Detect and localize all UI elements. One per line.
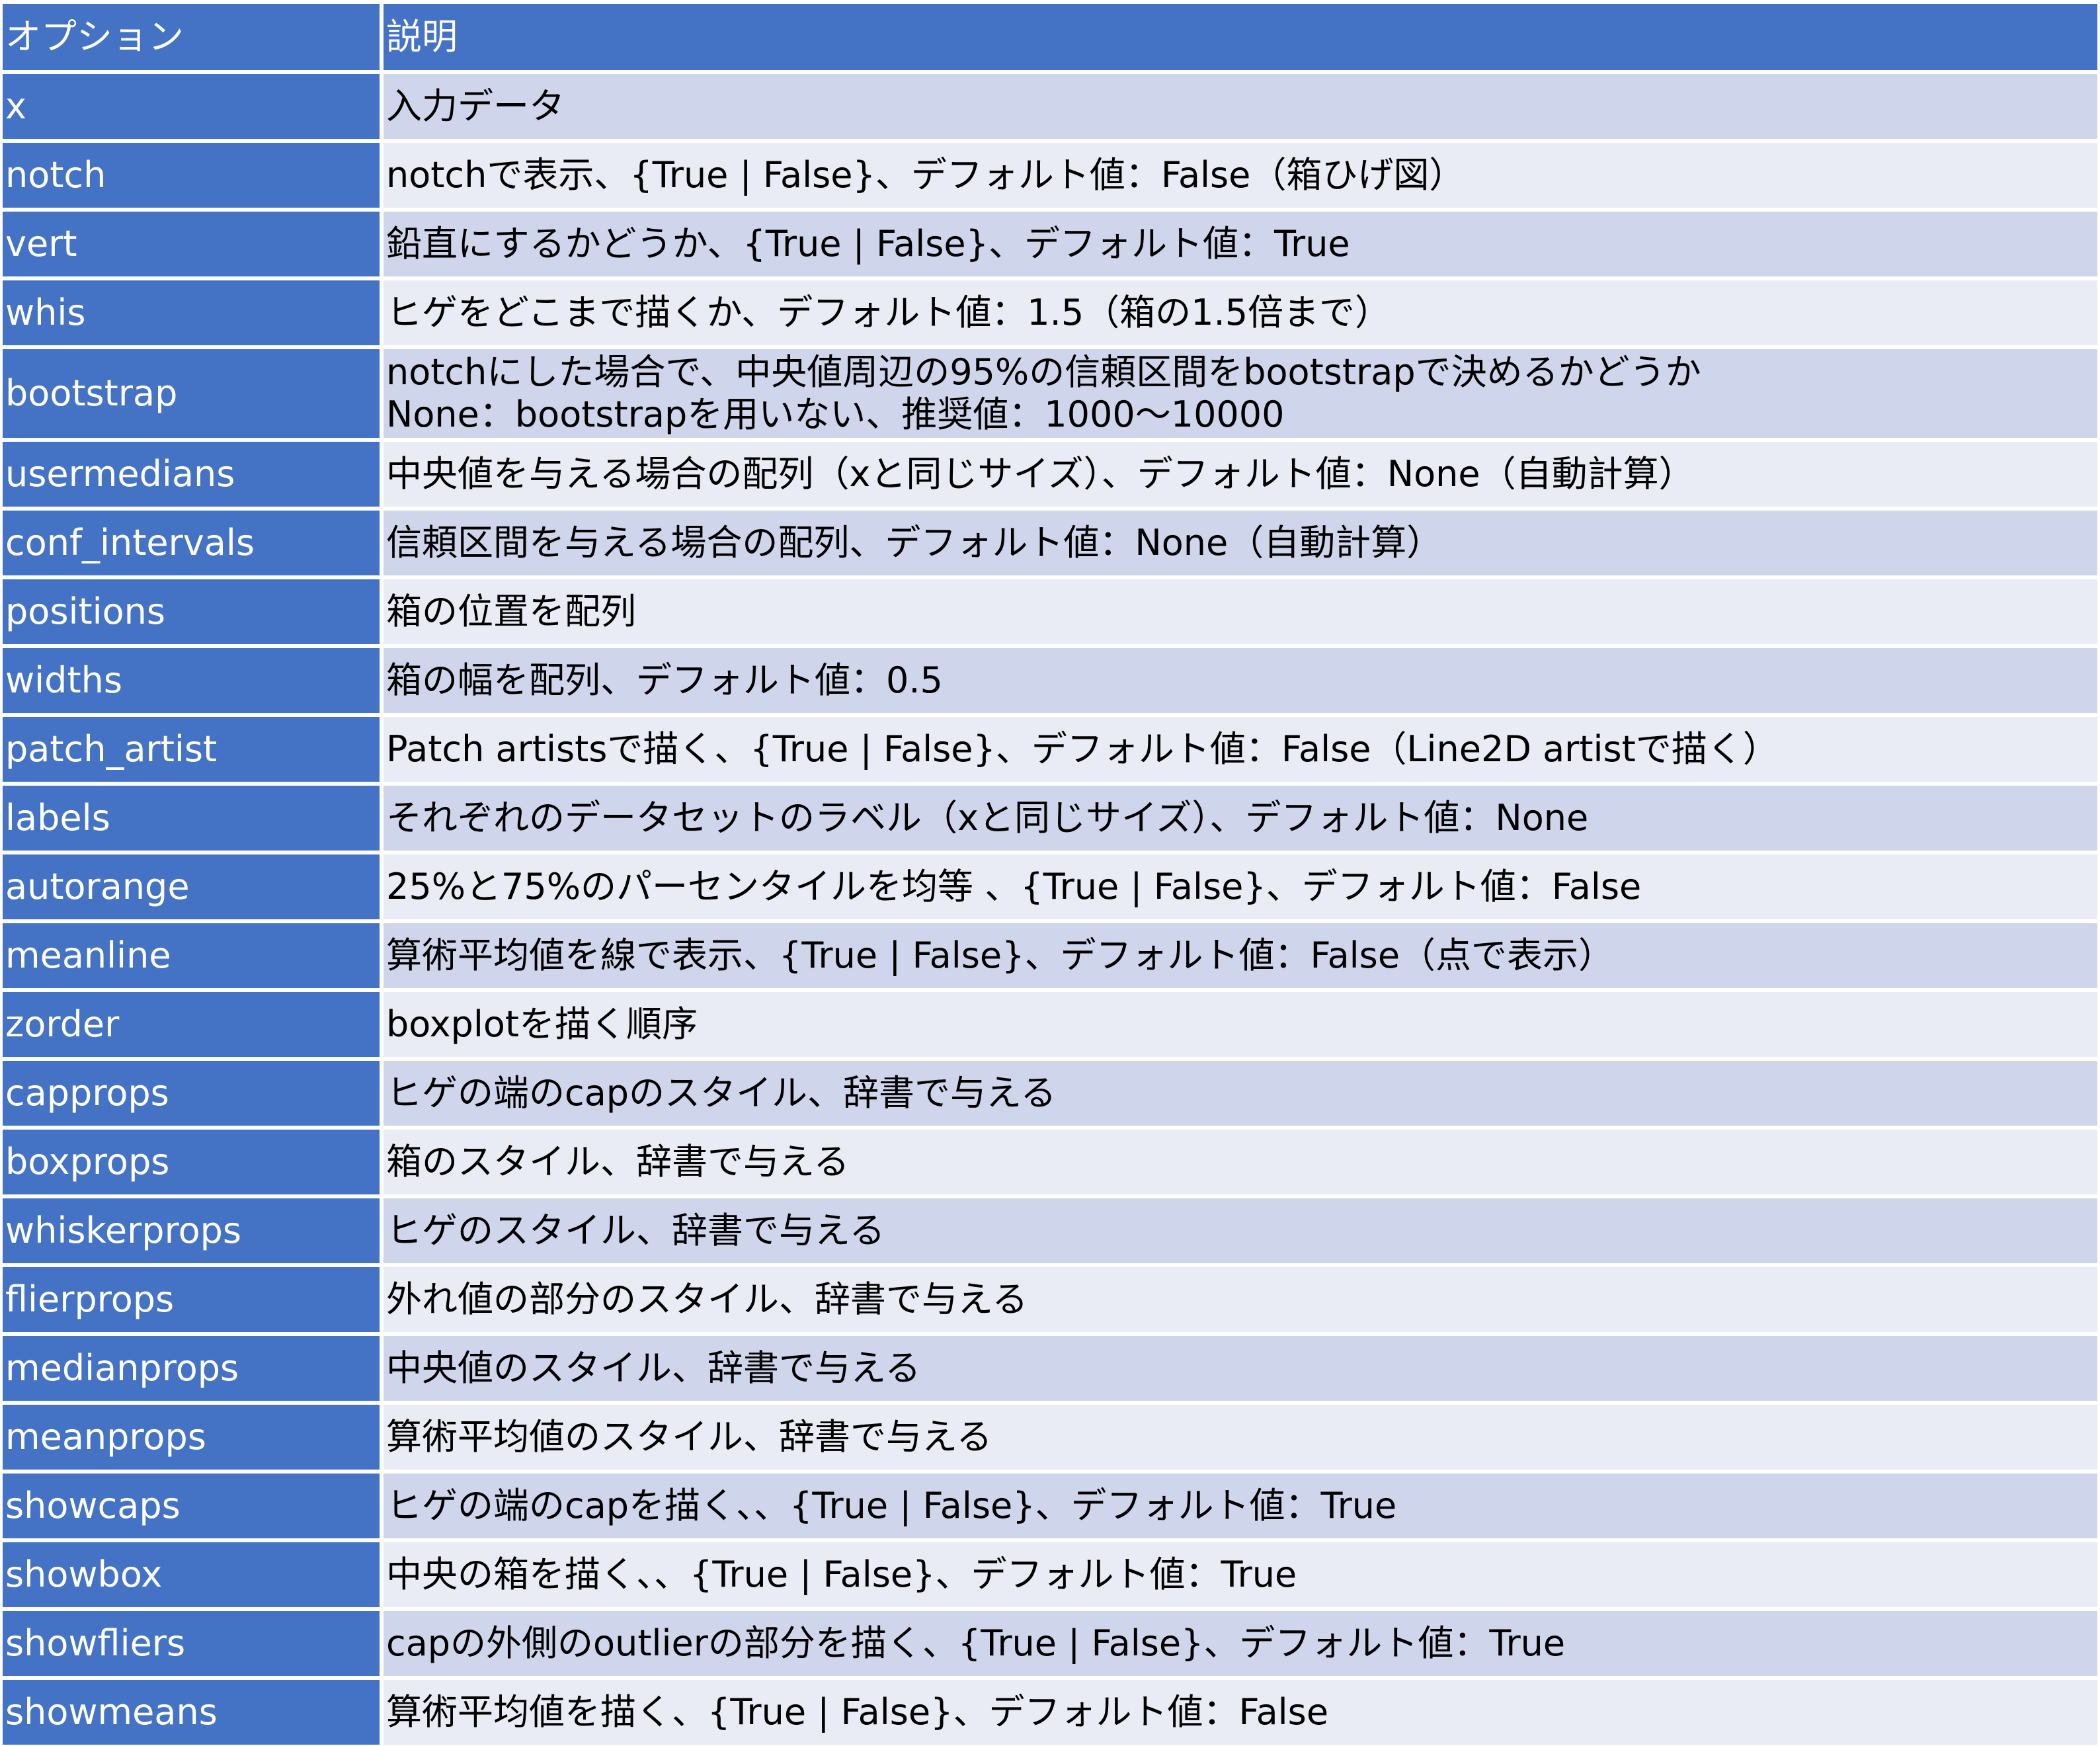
option-name-cell: whis [3,280,380,345]
description-line: 算術平均値のスタイル、辞書で与える [386,1416,992,1458]
option-description-cell: 中央値のスタイル、辞書で与える [380,1336,2097,1401]
description-line: 25%と75%のパーセンタイルを均等 、{True | False}、デフォルト… [386,866,1642,907]
header-description: 説明 [380,4,2097,70]
description-line: ヒゲの端のcapのスタイル、辞書で与える [386,1072,1057,1114]
option-description-cell: 信頼区間を与える場合の配列、デフォルト値：None（自動計算） [380,511,2097,575]
option-description-cell: ヒゲの端のcapのスタイル、辞書で与える [380,1061,2097,1126]
option-description-cell: 入力データ [380,74,2097,139]
option-name-cell: capprops [3,1061,380,1126]
description-line: None：bootstrapを用いない、推奨値：1000〜10000 [386,394,1285,435]
description-line: 外れ値の部分のスタイル、辞書で与える [386,1278,1028,1320]
option-name-cell: conf_intervals [3,511,380,575]
option-name-cell: x [3,74,380,139]
option-name-cell: vert [3,212,380,276]
option-name-cell: medianprops [3,1336,380,1401]
description-line: notchで表示、{True | False}、デフォルト値：False（箱ひげ… [386,154,1465,196]
option-description-cell: 算術平均値を描く、{True | False}、デフォルト値：False [380,1680,2097,1745]
option-name-cell: showbox [3,1542,380,1607]
description-line: ヒゲのスタイル、辞書で与える [386,1210,885,1251]
option-description-cell: それぞれのデータセットのラベル（xと同じサイズ）、デフォルト値：None [380,786,2097,851]
option-description-cell: 中央の箱を描く、、{True | False}、デフォルト値：True [380,1542,2097,1607]
option-name-cell: labels [3,786,380,851]
description-line: 入力データ [386,85,565,127]
option-name-cell: meanline [3,923,380,988]
header-option: オプション [3,4,380,70]
options-table: オプション 説明 x 入力データ notch notchで表示、{True | Fal… [3,4,2097,1745]
option-description-cell: 算術平均値を線で表示、{True | False}、デフォルト値：False（点… [380,923,2097,988]
option-description-cell: ヒゲをどこまで描くか、デフォルト値：1.5（箱の1.5倍まで） [380,280,2097,345]
option-description-cell: 中央値を与える場合の配列（xと同じサイズ）、デフォルト値：None（自動計算） [380,442,2097,507]
option-name-cell: flierprops [3,1267,380,1332]
description-line: 中央値を与える場合の配列（xと同じサイズ）、デフォルト値：None（自動計算） [386,453,1695,495]
option-description-cell: 外れ値の部分のスタイル、辞書で与える [380,1267,2097,1332]
option-description-cell: 箱の幅を配列、デフォルト値：0.5 [380,648,2097,713]
description-line: capの外側のoutlierの部分を描く、{True | False}、デフォル… [386,1622,1566,1664]
option-description-cell: ヒゲの端のcapを描く、、{True | False}、デフォルト値：True [380,1474,2097,1538]
option-name-cell: whiskerprops [3,1198,380,1263]
option-description-cell: 箱のスタイル、辞書で与える [380,1130,2097,1194]
description-line: 信頼区間を与える場合の配列、デフォルト値：None（自動計算） [386,522,1443,563]
option-name-cell: notch [3,143,380,208]
option-name-cell: boxprops [3,1130,380,1194]
description-line: 箱の幅を配列、デフォルト値：0.5 [386,659,943,701]
description-line: 中央値のスタイル、辞書で与える [386,1347,921,1389]
option-name-cell: showfliers [3,1611,380,1676]
option-name-cell: showcaps [3,1474,380,1538]
option-description-cell: notchにした場合で、中央値周辺の95%の信頼区間をbootstrapで決める… [380,349,2097,438]
description-line: notchにした場合で、中央値周辺の95%の信頼区間をbootstrapで決める… [386,351,1701,393]
option-description-cell: 鉛直にするかどうか、{True | False}、デフォルト値：True [380,212,2097,276]
option-name-cell: autorange [3,854,380,919]
option-description-cell: 25%と75%のパーセンタイルを均等 、{True | False}、デフォルト… [380,854,2097,919]
option-name-cell: positions [3,579,380,644]
option-name-cell: bootstrap [3,349,380,438]
option-description-cell: 箱の位置を配列 [380,579,2097,644]
description-line: 箱の位置を配列 [386,591,636,632]
option-name-cell: usermedians [3,442,380,507]
description-line: ヒゲをどこまで描くか、デフォルト値：1.5（箱の1.5倍まで） [386,292,1391,333]
description-line: 算術平均値を線で表示、{True | False}、デフォルト値：False（点… [386,935,1615,976]
option-description-cell: boxplotを描く順序 [380,992,2097,1057]
option-description-cell: Patch artistsで描く、{True | False}、デフォルト値：F… [380,717,2097,782]
option-name-cell: zorder [3,992,380,1057]
option-name-cell: widths [3,648,380,713]
description-line: Patch artistsで描く、{True | False}、デフォルト値：F… [386,728,1779,770]
option-description-cell: 算術平均値のスタイル、辞書で与える [380,1405,2097,1470]
description-line: 中央の箱を描く、、{True | False}、デフォルト値：True [386,1554,1297,1595]
description-line: 箱のスタイル、辞書で与える [386,1141,850,1183]
description-line: 算術平均値を描く、{True | False}、デフォルト値：False [386,1691,1329,1733]
option-description-cell: ヒゲのスタイル、辞書で与える [380,1198,2097,1263]
option-description-cell: notchで表示、{True | False}、デフォルト値：False（箱ひげ… [380,143,2097,208]
description-line: boxplotを描く順序 [386,1003,698,1045]
option-description-cell: capの外側のoutlierの部分を描く、{True | False}、デフォル… [380,1611,2097,1676]
description-line: それぞれのデータセットのラベル（xと同じサイズ）、デフォルト値：None [386,797,1589,839]
option-name-cell: patch_artist [3,717,380,782]
option-name-cell: meanprops [3,1405,380,1470]
option-name-cell: showmeans [3,1680,380,1745]
description-line: ヒゲの端のcapを描く、、{True | False}、デフォルト値：True [386,1485,1397,1526]
description-line: 鉛直にするかどうか、{True | False}、デフォルト値：True [386,223,1350,265]
